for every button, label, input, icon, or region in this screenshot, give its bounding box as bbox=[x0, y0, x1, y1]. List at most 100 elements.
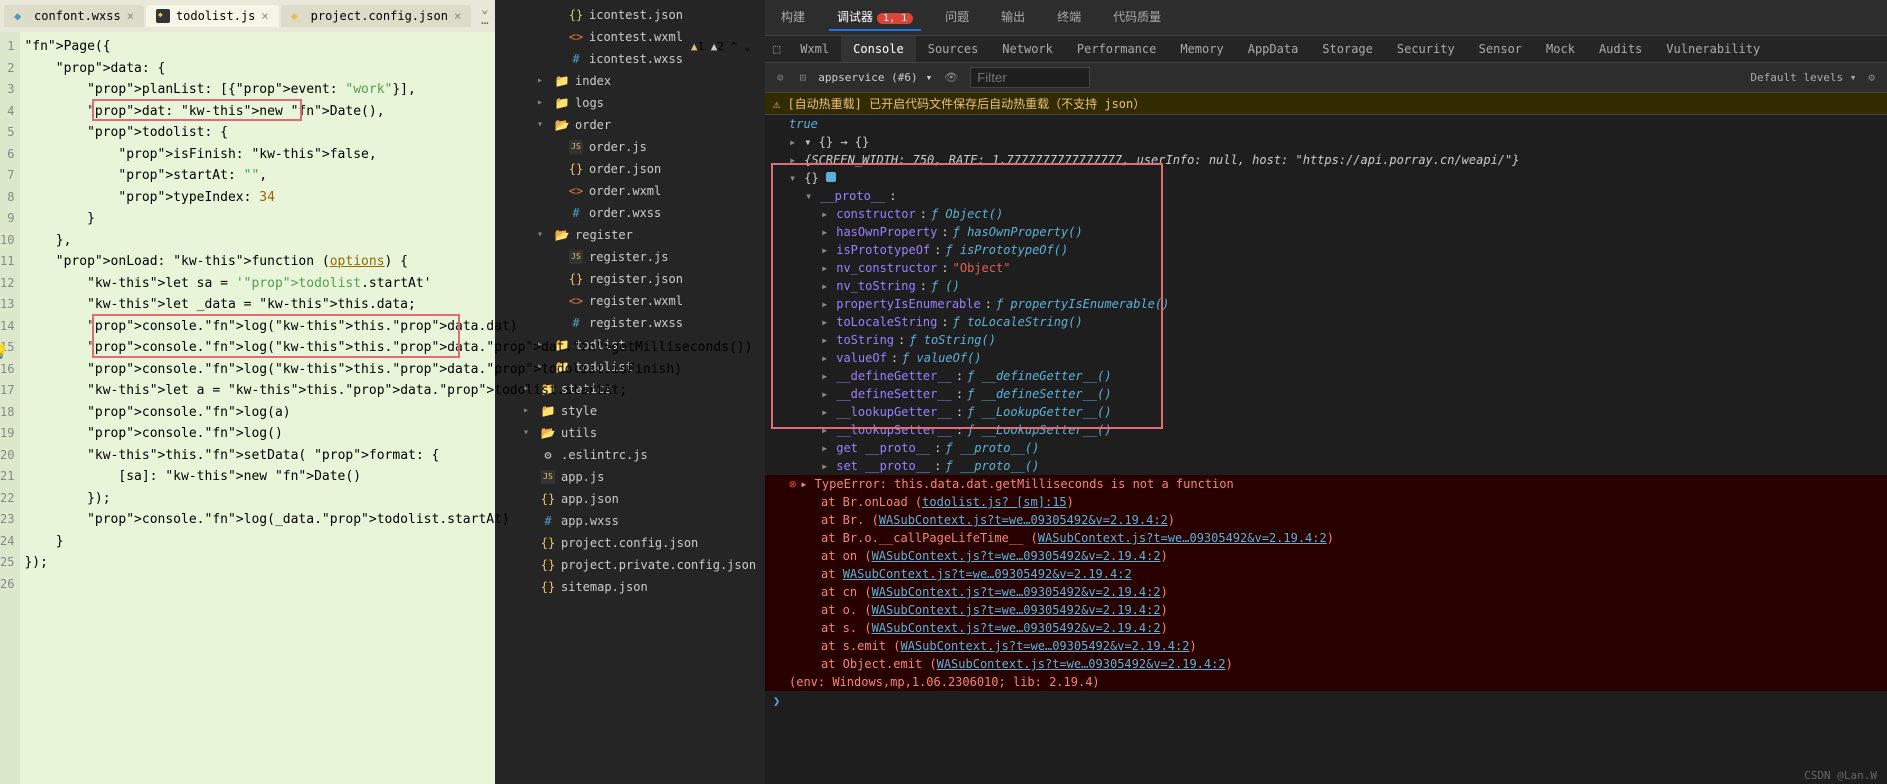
tab-label: project.config.json bbox=[311, 9, 448, 23]
devtools-secondary-tab[interactable]: Memory bbox=[1168, 36, 1235, 62]
proto-property[interactable]: ▸constructor: ƒ Object() bbox=[765, 205, 1887, 223]
code-editor-panel: ◆confont.wxss×◆todolist.js×◆project.conf… bbox=[0, 0, 495, 784]
code-line[interactable]: "prop">console."fn">log(a) bbox=[24, 402, 752, 424]
code-content[interactable]: ▲1 ▲2 ^ ⌄ 💡 "fn">Page({ "prop">data: { "… bbox=[20, 32, 760, 784]
problems-summary[interactable]: ▲1 ▲2 ^ ⌄ bbox=[691, 36, 751, 58]
devtools-primary-tab[interactable]: 构建 bbox=[773, 4, 813, 31]
code-line[interactable]: } bbox=[24, 531, 752, 553]
eye-icon[interactable]: 👁 bbox=[940, 69, 962, 86]
code-line[interactable]: "prop">console."fn">log() bbox=[24, 423, 752, 445]
proto-property[interactable]: ▸__defineSetter__: ƒ __defineSetter__() bbox=[765, 385, 1887, 403]
editor-tab[interactable]: ◆project.config.json× bbox=[281, 5, 472, 27]
clear-console-icon[interactable]: ⊘ bbox=[773, 69, 788, 86]
code-line[interactable]: "kw-this">let a = "kw-this">this."prop">… bbox=[24, 380, 752, 402]
settings-icon[interactable]: ⚙ bbox=[1864, 69, 1879, 86]
source-link[interactable]: WASubContext.js?t=we…09305492&v=2.19.4:2 bbox=[1038, 531, 1327, 545]
source-link[interactable]: WASubContext.js?t=we…09305492&v=2.19.4:2 bbox=[900, 639, 1189, 653]
devtools-secondary-tab[interactable]: Vulnerability bbox=[1654, 36, 1772, 62]
devtools-primary-tab[interactable]: 终端 bbox=[1049, 4, 1089, 31]
code-line[interactable]: "prop">onLoad: "kw-this">function (optio… bbox=[24, 251, 752, 273]
proto-property[interactable]: ▸nv_constructor: "Object" bbox=[765, 259, 1887, 277]
devtools-secondary-tab[interactable]: Mock bbox=[1534, 36, 1587, 62]
proto-property[interactable]: ▸hasOwnProperty: ƒ hasOwnProperty() bbox=[765, 223, 1887, 241]
log-levels[interactable]: Default levels ▾ bbox=[1750, 71, 1856, 84]
code-line[interactable]: }); bbox=[24, 552, 752, 574]
code-line[interactable]: "prop">console."fn">log("kw-this">this."… bbox=[24, 316, 752, 338]
code-line[interactable]: "prop">isFinish: "kw-this">false, bbox=[24, 144, 752, 166]
proto-property[interactable]: ▸isPrototypeOf: ƒ isPrototypeOf() bbox=[765, 241, 1887, 259]
log-true: true bbox=[789, 116, 818, 132]
code-line[interactable]: "fn">Page({ bbox=[24, 36, 752, 58]
stack-frame: at Br.o.__callPageLifeTime__ (WASubConte… bbox=[765, 529, 1887, 547]
devtools-secondary-tab[interactable]: Sources bbox=[916, 36, 991, 62]
editor-tab[interactable]: ◆todolist.js× bbox=[146, 5, 279, 27]
devtools-primary-tab[interactable]: 输出 bbox=[993, 4, 1033, 31]
proto-property[interactable]: ▸propertyIsEnumerable: ƒ propertyIsEnume… bbox=[765, 295, 1887, 313]
lightbulb-icon[interactable]: 💡 bbox=[0, 342, 9, 364]
proto-property[interactable]: ▸__lookupSetter__: ƒ __LookupSetter__() bbox=[765, 421, 1887, 439]
close-icon[interactable]: × bbox=[454, 9, 461, 23]
devtools-secondary-tab[interactable]: Audits bbox=[1587, 36, 1654, 62]
code-line[interactable]: }); bbox=[24, 488, 752, 510]
code-line[interactable]: "prop">console."fn">log("kw-this">this."… bbox=[24, 359, 752, 381]
close-icon[interactable]: × bbox=[127, 9, 134, 23]
devtools-tabs-secondary: ⬚ WxmlConsoleSourcesNetworkPerformanceMe… bbox=[765, 36, 1887, 63]
source-link[interactable]: WASubContext.js?t=we…09305492&v=2.19.4:2 bbox=[872, 549, 1161, 563]
code-line[interactable]: "prop">data: { bbox=[24, 58, 752, 80]
code-line[interactable]: "prop">console."fn">log("kw-this">this."… bbox=[24, 337, 752, 359]
proto-property[interactable]: ▸toLocaleString: ƒ toLocaleString() bbox=[765, 313, 1887, 331]
devtools-secondary-tab[interactable]: AppData bbox=[1236, 36, 1311, 62]
tab-overflow[interactable]: ⌄ ⋯ bbox=[473, 2, 496, 30]
log-screen-info[interactable]: {SCREEN_WIDTH: 750, RATE: 1.777777777777… bbox=[804, 152, 1519, 168]
devtools-secondary-tab[interactable]: Security bbox=[1385, 36, 1467, 62]
console-prompt[interactable]: ❯ bbox=[765, 691, 1887, 711]
devtools-primary-tab[interactable]: 代码质量 bbox=[1105, 4, 1169, 31]
filter-input[interactable] bbox=[970, 67, 1090, 88]
context-icon[interactable]: ⊡ bbox=[796, 69, 811, 86]
log-object-header[interactable]: ▾ {} → {} bbox=[804, 134, 869, 150]
code-line[interactable]: } bbox=[24, 208, 752, 230]
code-line[interactable]: "prop">typeIndex: 34 bbox=[24, 187, 752, 209]
source-link[interactable]: todolist.js? [sm]:15 bbox=[922, 495, 1067, 509]
proto-property[interactable]: ▸__defineGetter__: ƒ __defineGetter__() bbox=[765, 367, 1887, 385]
proto-property[interactable]: ▸get __proto__: ƒ __proto__() bbox=[765, 439, 1887, 457]
source-link[interactable]: WASubContext.js?t=we…09305492&v=2.19.4:2 bbox=[879, 513, 1168, 527]
code-line[interactable]: [sa]: "kw-this">new "fn">Date() bbox=[24, 466, 752, 488]
proto-property[interactable]: ▸__lookupGetter__: ƒ __LookupGetter__() bbox=[765, 403, 1887, 421]
inspector-icon[interactable]: ⬚ bbox=[765, 36, 788, 62]
code-line[interactable]: "prop">startAt: "", bbox=[24, 165, 752, 187]
source-link[interactable]: WASubContext.js?t=we…09305492&v=2.19.4:2 bbox=[872, 621, 1161, 635]
code-line[interactable]: "kw-this">this."fn">setData( "prop">form… bbox=[24, 445, 752, 467]
code-line[interactable]: "prop">dat: "kw-this">new "fn">Date(), bbox=[24, 101, 752, 123]
source-link[interactable]: WASubContext.js?t=we…09305492&v=2.19.4:2 bbox=[872, 585, 1161, 599]
close-icon[interactable]: × bbox=[261, 9, 268, 23]
json-icon: {} bbox=[569, 8, 583, 22]
console-output[interactable]: true ▸▾ {} → {} ▸{SCREEN_WIDTH: 750, RAT… bbox=[765, 115, 1887, 784]
editor-tab[interactable]: ◆confont.wxss× bbox=[4, 5, 144, 27]
watermark: CSDN @Lan.W bbox=[1804, 769, 1877, 782]
proto-property[interactable]: ▸valueOf: ƒ valueOf() bbox=[765, 349, 1887, 367]
code-line[interactable]: "prop">console."fn">log(_data."prop">tod… bbox=[24, 509, 752, 531]
devtools-primary-tab[interactable]: 调试器1, 1 bbox=[829, 4, 921, 31]
devtools-primary-tab[interactable]: 问题 bbox=[937, 4, 977, 31]
devtools-secondary-tab[interactable]: Network bbox=[990, 36, 1065, 62]
source-link[interactable]: WASubContext.js?t=we…09305492&v=2.19.4:2 bbox=[843, 567, 1132, 581]
devtools-secondary-tab[interactable]: Wxml bbox=[788, 36, 841, 62]
source-link[interactable]: WASubContext.js?t=we…09305492&v=2.19.4:2 bbox=[937, 657, 1226, 671]
code-line[interactable]: "prop">planList: [{"prop">event: "work"}… bbox=[24, 79, 752, 101]
devtools-secondary-tab[interactable]: Performance bbox=[1065, 36, 1168, 62]
code-line[interactable]: "prop">todolist: { bbox=[24, 122, 752, 144]
proto-property[interactable]: ▸set __proto__: ƒ __proto__() bbox=[765, 457, 1887, 475]
error-message: ⊗▸ TypeError: this.data.dat.getMilliseco… bbox=[765, 475, 1887, 493]
tree-item[interactable]: {}icontest.json bbox=[495, 4, 765, 26]
devtools-secondary-tab[interactable]: Console bbox=[841, 36, 916, 62]
proto-property[interactable]: ▸nv_toString: ƒ () bbox=[765, 277, 1887, 295]
code-line[interactable]: "kw-this">let _data = "kw-this">this.dat… bbox=[24, 294, 752, 316]
code-line[interactable]: "kw-this">let sa = '"prop">todolist.star… bbox=[24, 273, 752, 295]
proto-property[interactable]: ▸toString: ƒ toString() bbox=[765, 331, 1887, 349]
devtools-secondary-tab[interactable]: Storage bbox=[1310, 36, 1385, 62]
code-line[interactable]: }, bbox=[24, 230, 752, 252]
source-link[interactable]: WASubContext.js?t=we…09305492&v=2.19.4:2 bbox=[872, 603, 1161, 617]
devtools-secondary-tab[interactable]: Sensor bbox=[1467, 36, 1534, 62]
execution-context[interactable]: appservice (#6) bbox=[818, 71, 917, 84]
